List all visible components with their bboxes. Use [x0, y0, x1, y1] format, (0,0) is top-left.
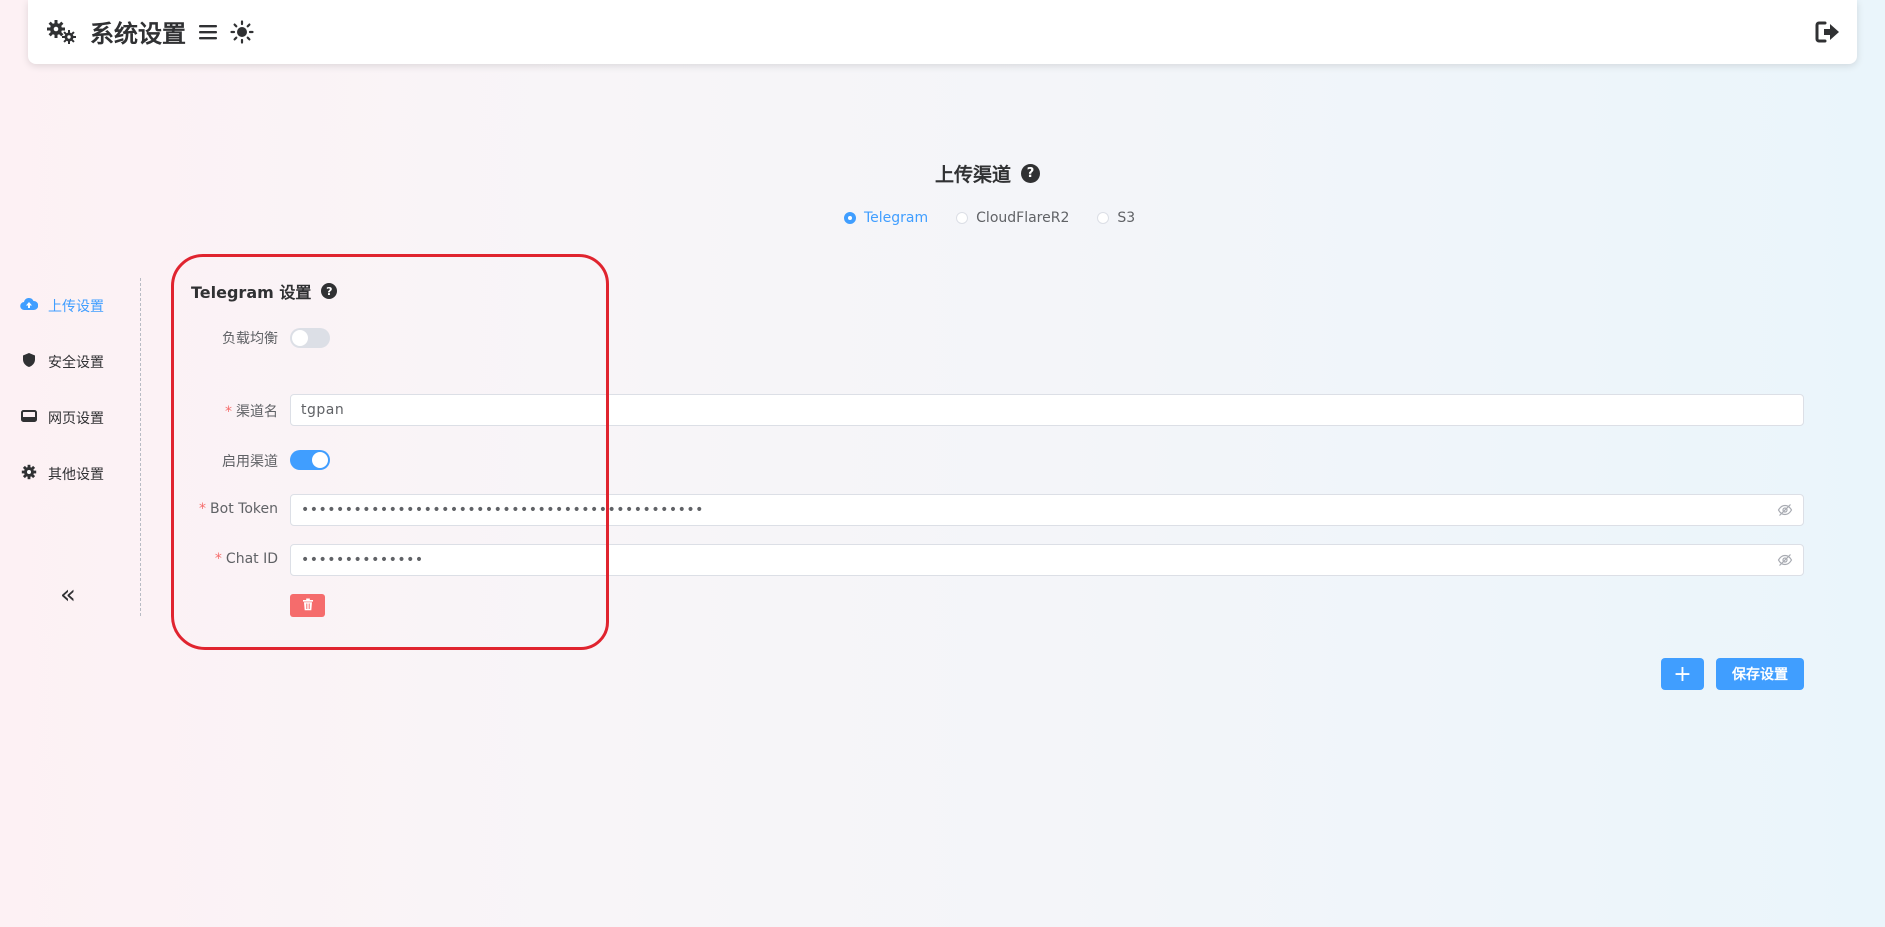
chat-id-label-text: Chat ID [225, 551, 278, 567]
load-balance-label: 负载均衡 [222, 331, 278, 347]
radio-telegram[interactable]: Telegram [844, 210, 928, 226]
radio-label: CloudFlareR2 [976, 210, 1070, 226]
upload-channel-label: 上传渠道 [935, 164, 1012, 186]
eye-hide-icon[interactable] [1777, 552, 1793, 568]
sidebar-item-security[interactable]: 安全设置 [20, 352, 104, 372]
enable-channel-switch[interactable] [290, 450, 330, 470]
header-left: 系统设置 [46, 14, 254, 49]
radio-dot [956, 212, 969, 224]
chat-id-value: •••••••••••••• [301, 552, 424, 568]
menu-icon[interactable] [198, 23, 218, 41]
cloud-upload-icon [20, 297, 39, 315]
save-settings-button[interactable]: 保存设置 [1716, 658, 1804, 690]
sidebar-divider [140, 278, 141, 616]
sidebar-item-label: 安全设置 [48, 355, 104, 371]
radio-dot [1097, 212, 1110, 224]
top-header: 系统设置 [28, 0, 1857, 64]
bot-token-value: ••••••••••••••••••••••••••••••••••••••••… [301, 502, 704, 518]
trash-icon [302, 596, 314, 615]
add-channel-button[interactable]: + [1661, 658, 1704, 690]
channel-name-input[interactable]: tgpan [290, 394, 1804, 426]
radio-label: S3 [1117, 210, 1136, 226]
sidebar-item-label: 上传设置 [48, 299, 104, 315]
channel-name-label-text: 渠道名 [236, 404, 278, 420]
gear-icon [20, 464, 38, 484]
telegram-settings-label: Telegram 设置 [191, 283, 312, 302]
sidebar-item-webpage[interactable]: 网页设置 [20, 408, 104, 428]
delete-channel-button[interactable] [290, 594, 325, 617]
shield-icon [20, 352, 38, 372]
radio-label: Telegram [864, 210, 929, 226]
radio-s3[interactable]: S3 [1097, 210, 1135, 226]
bot-token-input[interactable]: ••••••••••••••••••••••••••••••••••••••••… [290, 494, 1804, 526]
eye-hide-icon[interactable] [1777, 502, 1793, 518]
sidebar-item-other[interactable]: 其他设置 [20, 464, 104, 484]
help-icon[interactable]: ? [1021, 164, 1041, 183]
channel-name-value: tgpan [301, 402, 345, 418]
gears-icon [46, 19, 78, 45]
help-icon[interactable]: ? [321, 283, 338, 299]
channel-name-label: * 渠道名 [225, 404, 278, 420]
browser-icon [20, 409, 38, 427]
load-balance-switch[interactable] [290, 328, 330, 348]
logout-icon[interactable] [1815, 20, 1841, 44]
bot-token-label: * Bot Token [199, 501, 278, 517]
sun-icon[interactable] [230, 19, 254, 44]
channel-radio-group: Telegram CloudFlareR2 S3 [844, 210, 1135, 226]
radio-cloudflarer2[interactable]: CloudFlareR2 [956, 210, 1069, 226]
page-title: 系统设置 [90, 20, 186, 48]
chat-id-input[interactable]: •••••••••••••• [290, 544, 1804, 576]
sidebar-item-label: 网页设置 [48, 411, 104, 427]
bot-token-label-text: Bot Token [210, 501, 278, 517]
upload-channel-title: 上传渠道 ? [935, 160, 1041, 187]
radio-dot [844, 212, 856, 224]
collapse-sidebar-button[interactable]: « [60, 582, 76, 608]
enable-channel-label: 启用渠道 [222, 454, 278, 470]
telegram-settings-title: Telegram 设置 ? [191, 279, 338, 303]
chat-id-label: * Chat ID [214, 551, 278, 567]
sidebar-item-label: 其他设置 [48, 467, 104, 483]
sidebar-item-upload[interactable]: 上传设置 [20, 296, 104, 316]
